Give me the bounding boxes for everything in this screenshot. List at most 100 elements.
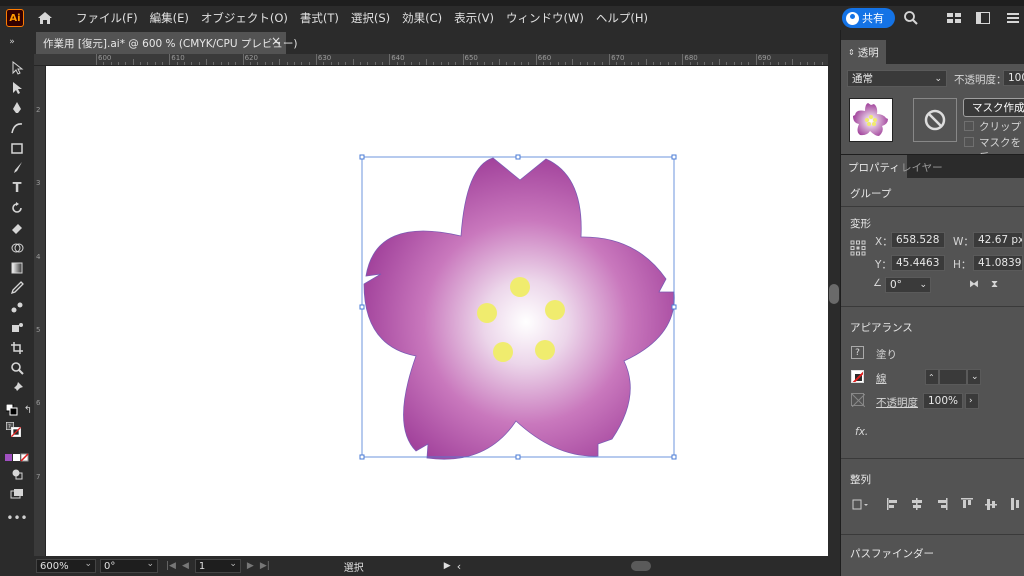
paintbrush-tool-icon[interactable] <box>9 160 25 176</box>
invert-mask-checkbox[interactable] <box>964 137 974 147</box>
prev-artboard-icon[interactable]: ◀ <box>182 561 189 571</box>
pin-tool-icon[interactable] <box>9 380 25 396</box>
zoom-tool-icon[interactable] <box>9 360 25 376</box>
stroke-swatch-icon[interactable] <box>851 370 864 383</box>
workspace-icon[interactable] <box>946 10 962 26</box>
rotate-tool-icon[interactable] <box>9 200 25 216</box>
blend-tool-icon[interactable] <box>9 300 25 316</box>
horizontal-ruler[interactable]: 600 610 620 630 640 650 660 670 680 690 <box>34 54 828 66</box>
height-input[interactable]: 41.0839 <box>973 255 1023 271</box>
menu-select[interactable]: 選択(S) <box>351 10 390 26</box>
ruler-tick-label: 670 <box>611 54 625 62</box>
eraser-tool-icon[interactable] <box>9 220 25 236</box>
resize-handle[interactable] <box>359 154 365 160</box>
vertical-scrollbar[interactable] <box>828 54 840 556</box>
default-colors-icon[interactable] <box>4 402 20 418</box>
resize-handle[interactable] <box>359 304 365 310</box>
artboard-canvas[interactable] <box>46 66 828 556</box>
appearance-opacity-input[interactable]: 100% <box>923 393 963 409</box>
tab-transparency[interactable]: ⇕ 透明 <box>841 40 886 64</box>
first-artboard-icon[interactable]: |◀ <box>166 561 176 571</box>
clip-checkbox[interactable] <box>964 121 974 131</box>
y-position-input[interactable]: 45.4463 <box>891 255 945 271</box>
scroll-thumb[interactable] <box>829 284 839 304</box>
color-mode-icons[interactable] <box>5 450 29 466</box>
document-tab[interactable]: 作業用 [復元].ai* @ 600 % (CMYK/CPU プレビュー) <box>36 32 297 54</box>
properties-icon[interactable] <box>1005 10 1021 26</box>
horizontal-scroll-thumb[interactable] <box>631 561 652 571</box>
gradient-tool-icon[interactable] <box>9 260 25 276</box>
menu-edit[interactable]: 編集(E) <box>150 10 189 26</box>
menu-help[interactable]: ヘルプ(H) <box>596 10 648 26</box>
fx-button[interactable]: fx. <box>855 426 868 438</box>
appearance-opacity-label[interactable]: 不透明度 <box>876 395 918 410</box>
fill-stroke-swatch-icon[interactable]: ? <box>6 422 22 438</box>
selection-tool-icon[interactable] <box>9 60 25 76</box>
make-mask-button[interactable]: マスク作成 <box>963 98 1024 117</box>
ruler-minor-tick <box>198 62 200 65</box>
opacity-dropdown[interactable]: › <box>965 393 979 409</box>
mask-thumbnail[interactable] <box>913 98 957 142</box>
width-input[interactable]: 42.67 px <box>973 232 1023 248</box>
resize-handle[interactable] <box>359 454 365 460</box>
artboard-select[interactable]: 1 ⌄ <box>194 559 241 573</box>
screen-mode-icon[interactable] <box>9 486 25 502</box>
type-tool-icon[interactable]: T <box>9 180 25 196</box>
scroll-left-icon[interactable]: ‹ <box>457 560 461 573</box>
search-icon[interactable] <box>903 10 919 26</box>
x-position-input[interactable]: 658.528 <box>891 232 945 248</box>
stroke-weight-input[interactable] <box>939 369 967 385</box>
ruler-tick-label: 620 <box>244 54 258 62</box>
menu-file[interactable]: ファイル(F) <box>76 10 138 26</box>
menu-object[interactable]: オブジェクト(O) <box>201 10 288 26</box>
stroke-label[interactable]: 線 <box>876 371 887 386</box>
resize-handle[interactable] <box>671 304 677 310</box>
pen-tool-icon[interactable] <box>9 100 25 116</box>
stroke-weight-dropdown[interactable]: ⌄ <box>967 369 981 385</box>
last-artboard-icon[interactable]: ▶| <box>260 561 270 571</box>
draw-mode-icon[interactable] <box>9 466 25 482</box>
resize-handle[interactable] <box>671 454 677 460</box>
resize-handle[interactable] <box>515 454 521 460</box>
vertical-ruler[interactable]: 2 3 4 5 6 7 <box>34 66 46 556</box>
blend-mode-select[interactable]: 通常 ⌄ <box>847 70 947 87</box>
rotate-input[interactable]: 0° ⌄ <box>885 277 931 293</box>
artboard-tool-icon[interactable] <box>9 340 25 356</box>
reference-point-icon[interactable] <box>850 240 866 256</box>
collapse-toolbar-icon[interactable]: » <box>4 34 20 50</box>
divider <box>841 206 1024 207</box>
rotation-select[interactable]: 0° ⌄ <box>100 559 158 573</box>
fill-swatch-icon[interactable]: ? <box>851 346 864 359</box>
sakura-flower[interactable] <box>363 157 675 460</box>
status-menu-icon[interactable]: ▶ <box>444 561 451 571</box>
zoom-select[interactable]: 600% ⌄ <box>36 559 96 573</box>
next-artboard-icon[interactable]: ▶ <box>247 561 254 571</box>
more-tools-icon[interactable]: ••• <box>6 510 27 526</box>
menu-effect[interactable]: 効果(C) <box>402 10 442 26</box>
artwork-thumbnail[interactable] <box>849 98 893 142</box>
panel-layout-icon[interactable] <box>975 10 991 26</box>
resize-handle[interactable] <box>671 154 677 160</box>
curvature-tool-icon[interactable] <box>9 120 25 136</box>
menu-view[interactable]: 表示(V) <box>454 10 494 26</box>
flip-vertical-icon[interactable]: ⧗ <box>991 279 998 290</box>
opacity-input[interactable]: 100 <box>1003 70 1024 86</box>
home-icon[interactable] <box>36 9 54 27</box>
shape-builder-tool-icon[interactable] <box>9 240 25 256</box>
ruler-minor-tick <box>308 62 310 65</box>
direct-selection-tool-icon[interactable] <box>9 80 25 96</box>
menu-type[interactable]: 書式(T) <box>300 10 339 26</box>
rectangle-tool-icon[interactable] <box>9 140 25 156</box>
ruler-minor-tick <box>469 62 471 65</box>
eyedropper-tool-icon[interactable] <box>9 280 25 296</box>
menu-window[interactable]: ウィンドウ(W) <box>506 10 584 26</box>
ruler-tick <box>96 54 97 65</box>
stroke-weight-stepper[interactable]: ⌃ <box>925 369 939 385</box>
close-tab-icon[interactable]: × <box>271 34 281 48</box>
resize-handle[interactable] <box>515 154 521 160</box>
ruler-minor-tick <box>301 62 303 65</box>
tab-layers[interactable]: レイヤー <box>894 155 950 179</box>
share-button[interactable]: 共有 <box>842 8 895 28</box>
symbol-sprayer-tool-icon[interactable] <box>9 320 25 336</box>
flip-horizontal-icon[interactable]: ⧓ <box>969 279 979 290</box>
